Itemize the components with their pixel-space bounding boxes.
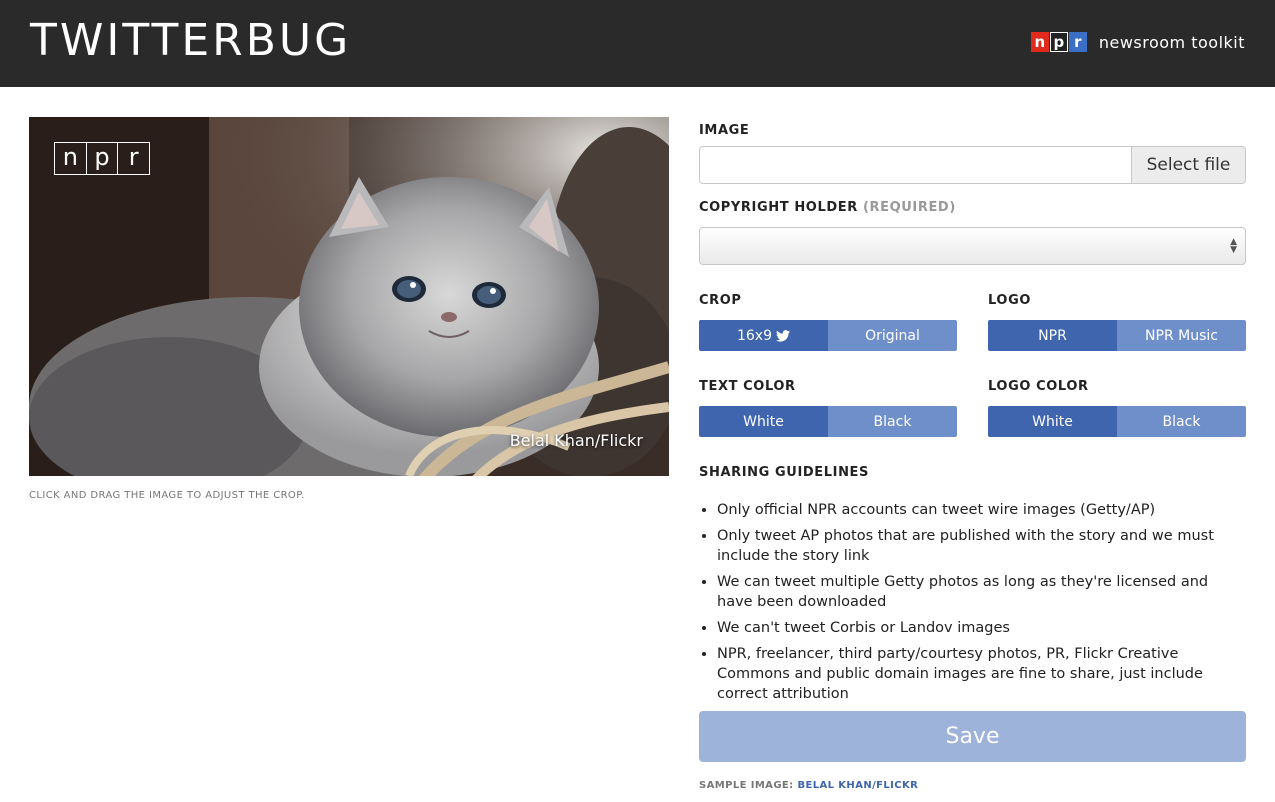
save-button[interactable]: Save xyxy=(699,711,1246,762)
image-preview[interactable]: n p r Belal Khan/Flickr xyxy=(29,117,669,476)
sample-image-credit: SAMPLE IMAGE: BELAL KHAN/FLICKR xyxy=(699,780,918,791)
twitter-bird-icon xyxy=(776,329,790,342)
text-color-option-white[interactable]: White xyxy=(699,406,828,437)
npr-logo-letter-p: p xyxy=(1049,32,1068,52)
select-arrows-icon: ▲ ▼ xyxy=(1230,237,1237,255)
preview-npr-logo: n p r xyxy=(54,142,150,175)
image-file-picker[interactable]: Select file xyxy=(699,146,1246,184)
text-color-label: TEXT COLOR xyxy=(699,379,796,394)
sharing-guidelines-label: SHARING GUIDELINES xyxy=(699,465,870,480)
guideline-item: We can tweet multiple Getty photos as lo… xyxy=(717,572,1246,612)
crop-option-16x9[interactable]: 16x9 xyxy=(699,320,828,351)
logo-color-label: LOGO COLOR xyxy=(988,379,1089,394)
npr-logo: n p r xyxy=(1030,32,1088,52)
npr-brand[interactable]: n p r newsroom toolkit xyxy=(1030,31,1245,53)
logo-color-toggle: White Black xyxy=(988,406,1246,437)
sharing-guidelines-list: Only official NPR accounts can tweet wir… xyxy=(699,500,1246,710)
preview-logo-letter-r: r xyxy=(128,143,139,171)
logo-option-npr-music[interactable]: NPR Music xyxy=(1117,320,1246,351)
preview-logo-letter-p: p xyxy=(87,143,119,174)
app-title: TWITTERBUG xyxy=(30,15,352,66)
guideline-item: NPR, freelancer, third party/courtesy ph… xyxy=(717,644,1246,704)
guideline-item: Only tweet AP photos that are published … xyxy=(717,526,1246,566)
crop-instructions: CLICK AND DRAG THE IMAGE TO ADJUST THE C… xyxy=(29,490,305,501)
logo-color-option-black[interactable]: Black xyxy=(1117,406,1246,437)
preview-logo-letter-n: n xyxy=(55,143,87,174)
logo-option-npr[interactable]: NPR xyxy=(988,320,1117,351)
guideline-item: We can't tweet Corbis or Landov images xyxy=(717,618,1246,638)
crop-16x9-label: 16x9 xyxy=(736,327,772,344)
select-file-button[interactable]: Select file xyxy=(1132,146,1246,184)
text-color-option-black[interactable]: Black xyxy=(828,406,957,437)
logo-toggle: NPR NPR Music xyxy=(988,320,1246,351)
photo-credit: Belal Khan/Flickr xyxy=(509,431,643,450)
npr-logo-letter-n: n xyxy=(1030,32,1049,52)
header-bar: TWITTERBUG n p r newsroom toolkit xyxy=(0,0,1275,87)
crop-option-original[interactable]: Original xyxy=(828,320,957,351)
crop-label: CROP xyxy=(699,293,742,308)
copyright-label-text: COPYRIGHT HOLDER xyxy=(699,200,858,215)
crop-toggle: 16x9 Original xyxy=(699,320,957,351)
text-color-toggle: White Black xyxy=(699,406,957,437)
sample-image-prefix: SAMPLE IMAGE: xyxy=(699,780,794,791)
copyright-label: COPYRIGHT HOLDER (REQUIRED) xyxy=(699,200,956,215)
logo-color-option-white[interactable]: White xyxy=(988,406,1117,437)
sample-image-link[interactable]: BELAL KHAN/FLICKR xyxy=(797,780,918,791)
copyright-holder-select[interactable]: ▲ ▼ xyxy=(699,227,1246,265)
image-file-input[interactable] xyxy=(699,146,1132,184)
guideline-item: Only official NPR accounts can tweet wir… xyxy=(717,500,1246,520)
npr-logo-letter-r: r xyxy=(1068,32,1087,52)
copyright-required-note: (REQUIRED) xyxy=(862,200,956,215)
logo-label: LOGO xyxy=(988,293,1031,308)
image-label: IMAGE xyxy=(699,123,750,138)
newsroom-toolkit-link[interactable]: newsroom toolkit xyxy=(1099,33,1245,52)
